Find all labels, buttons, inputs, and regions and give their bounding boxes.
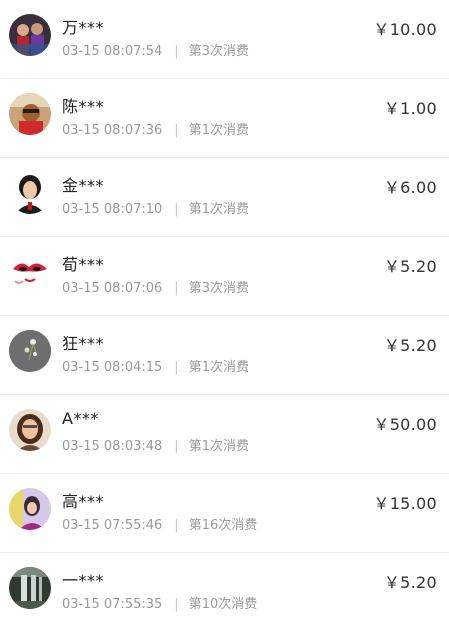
amount: ￥5.20 [383,573,437,592]
avatar-photo-portrait-icon [9,172,51,214]
customer-name: 高*** [62,492,105,511]
avatar [9,172,51,214]
record-time: 03-15 08:07:54 [62,44,163,59]
amount: ￥50.00 [373,415,437,434]
list-item[interactable]: 狂*** 03-15 08:04:15 | 第1次消费 ￥5.20 [0,316,449,395]
meta-divider: | [174,360,179,375]
meta-divider: | [174,597,179,612]
record-meta: 03-15 08:07:54 | 第3次消费 [62,40,249,59]
customer-name: 金*** [62,176,105,195]
meta-divider: | [174,202,179,217]
visit-count: 第3次消费 [188,281,249,296]
visit-count: 第1次消费 [188,123,249,138]
visit-count: 第10次消费 [188,597,258,612]
list-item[interactable]: 万*** 03-15 08:07:54 | 第3次消费 ￥10.00 [0,0,449,79]
list-item[interactable]: A*** 03-15 08:03:48 | 第1次消费 ￥50.00 [0,395,449,474]
amount: ￥5.20 [383,257,437,276]
customer-name: 一*** [62,571,105,590]
customer-name: 万*** [62,18,105,37]
record-meta: 03-15 07:55:35 | 第10次消费 [62,593,257,612]
meta-divider: | [174,44,179,59]
record-meta: 03-15 08:07:36 | 第1次消费 [62,119,249,138]
amount: ￥15.00 [373,494,437,513]
record-meta: 03-15 08:07:06 | 第3次消费 [62,277,249,296]
record-time: 03-15 08:04:15 [62,360,163,375]
visit-count: 第16次消费 [188,518,258,533]
visit-count: 第1次消费 [188,202,249,217]
record-time: 03-15 08:07:10 [62,202,163,217]
avatar-waterfall-icon [9,567,51,609]
avatar-photo-woman-icon [9,409,51,451]
amount: ￥1.00 [383,99,437,118]
visit-count: 第3次消费 [188,44,249,59]
customer-name: 狂*** [62,334,105,353]
avatar-photo-group-icon [9,14,51,56]
avatar [9,93,51,135]
record-time: 03-15 08:03:48 [62,439,163,454]
list-item[interactable]: 高*** 03-15 07:55:46 | 第16次消费 ￥15.00 [0,474,449,553]
record-meta: 03-15 07:55:46 | 第16次消费 [62,514,257,533]
list-item[interactable]: 一*** 03-15 07:55:35 | 第10次消费 ￥5.20 [0,553,449,632]
visit-count: 第1次消费 [188,360,249,375]
avatar [9,409,51,451]
avatar-photo-colorful-icon [9,488,51,530]
list-item[interactable]: 荀*** 03-15 08:07:06 | 第3次消费 ￥5.20 [0,237,449,316]
avatar-flowers-dark-icon [9,330,51,372]
customer-name: A*** [62,409,99,428]
meta-divider: | [174,439,179,454]
record-meta: 03-15 08:07:10 | 第1次消费 [62,198,249,217]
record-time: 03-15 08:07:36 [62,123,163,138]
consumption-record-list: 万*** 03-15 08:07:54 | 第3次消费 ￥10.00 陈*** 03… [0,0,449,632]
meta-divider: | [174,281,179,296]
avatar [9,567,51,609]
visit-count: 第1次消费 [188,439,249,454]
avatar-photo-person-icon [9,93,51,135]
record-time: 03-15 08:07:06 [62,281,163,296]
avatar [9,330,51,372]
record-meta: 03-15 08:03:48 | 第1次消费 [62,435,249,454]
customer-name: 荀*** [62,255,105,274]
amount: ￥5.20 [383,336,437,355]
meta-divider: | [174,123,179,138]
amount: ￥10.00 [373,20,437,39]
avatar [9,251,51,293]
avatar-opera-mask-icon [9,251,51,293]
amount: ￥6.00 [383,178,437,197]
meta-divider: | [174,518,179,533]
record-time: 03-15 07:55:35 [62,597,163,612]
list-item[interactable]: 陈*** 03-15 08:07:36 | 第1次消费 ￥1.00 [0,79,449,158]
record-meta: 03-15 08:04:15 | 第1次消费 [62,356,249,375]
record-time: 03-15 07:55:46 [62,518,163,533]
avatar [9,488,51,530]
avatar [9,14,51,56]
customer-name: 陈*** [62,97,105,116]
list-item[interactable]: 金*** 03-15 08:07:10 | 第1次消费 ￥6.00 [0,158,449,237]
